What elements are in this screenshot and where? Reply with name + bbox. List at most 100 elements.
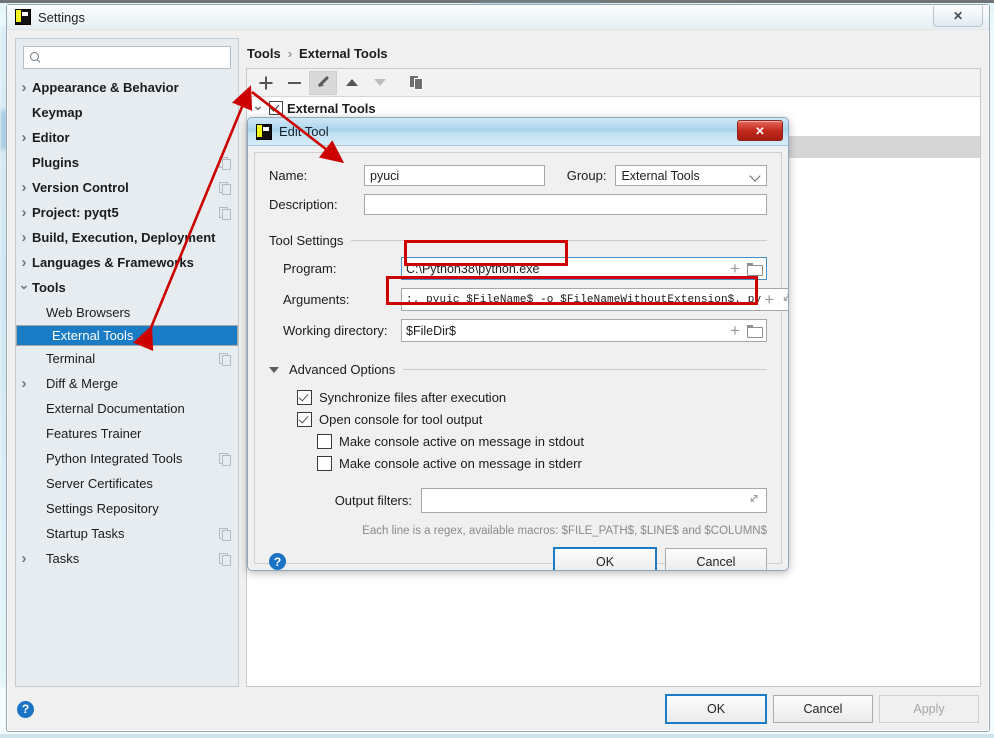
checkbox-unchecked-icon[interactable] bbox=[317, 434, 332, 449]
checkbox-checked-icon[interactable] bbox=[297, 412, 312, 427]
sidebar-item-label: External Tools bbox=[52, 328, 134, 343]
sidebar-item-keymap[interactable]: Keymap bbox=[16, 100, 238, 125]
search-input[interactable] bbox=[46, 49, 224, 66]
sidebar-item-languages-frameworks[interactable]: Languages & Frameworks bbox=[16, 250, 238, 275]
sidebar-item-external-documentation[interactable]: External Documentation bbox=[16, 396, 238, 421]
sidebar-item-tasks[interactable]: Tasks bbox=[16, 546, 238, 571]
dialog-close-button[interactable]: ✕ bbox=[737, 120, 783, 141]
advanced-options-section[interactable]: Advanced Options bbox=[269, 362, 767, 377]
cancel-button[interactable]: Cancel bbox=[773, 695, 873, 723]
chevron-right-icon[interactable] bbox=[16, 180, 32, 195]
dialog-cancel-button[interactable]: Cancel bbox=[665, 548, 767, 570]
sidebar-item-editor[interactable]: Editor bbox=[16, 125, 238, 150]
name-row: Name: Group: External Tools bbox=[269, 165, 767, 186]
help-button[interactable]: ? bbox=[17, 700, 34, 718]
arrow-down-icon bbox=[374, 79, 386, 86]
edit-tool-dialog: Edit Tool ✕ Name: Group: External Tools … bbox=[247, 117, 789, 571]
window-title: Settings bbox=[38, 9, 85, 25]
expand-editor-icon[interactable] bbox=[749, 491, 762, 507]
advanced-option-row[interactable]: Make console active on message in stdout bbox=[317, 434, 767, 449]
apply-button[interactable]: Apply bbox=[879, 695, 979, 723]
chevron-down-icon[interactable] bbox=[16, 281, 32, 295]
group-label: Group: bbox=[566, 168, 607, 183]
chevron-down-icon[interactable]: ⌄ bbox=[251, 98, 265, 114]
description-input[interactable] bbox=[364, 194, 767, 215]
sidebar-item-settings-repository[interactable]: Settings Repository bbox=[16, 496, 238, 521]
pencil-icon bbox=[316, 76, 330, 90]
chevron-right-icon[interactable] bbox=[16, 80, 32, 95]
sidebar-item-features-trainer[interactable]: Features Trainer bbox=[16, 421, 238, 446]
program-input[interactable]: C:\Python38\python.exe + bbox=[401, 257, 767, 280]
advanced-option-label: Make console active on message in stderr bbox=[339, 456, 582, 471]
sidebar-item-server-certificates[interactable]: Server Certificates bbox=[16, 471, 238, 496]
sidebar-item-version-control[interactable]: Version Control bbox=[16, 175, 238, 200]
working-directory-input[interactable]: $FileDir$ + bbox=[401, 319, 767, 342]
chevron-right-icon[interactable] bbox=[16, 376, 32, 391]
sidebar-item-label: External Documentation bbox=[46, 401, 185, 416]
copy-icon bbox=[219, 528, 231, 541]
group-select[interactable]: External Tools bbox=[615, 165, 767, 186]
sidebar-item-terminal[interactable]: Terminal bbox=[16, 346, 238, 371]
sidebar-item-label: Build, Execution, Deployment bbox=[32, 230, 216, 245]
remove-button[interactable] bbox=[281, 72, 307, 94]
advanced-option-row[interactable]: Make console active on message in stderr bbox=[317, 456, 767, 471]
tool-settings-section: Tool Settings bbox=[269, 233, 767, 248]
close-button[interactable]: ✕ bbox=[933, 6, 983, 27]
tool-settings-label: Tool Settings bbox=[269, 233, 344, 248]
tools-tree-root[interactable]: ⌄ External Tools bbox=[247, 97, 980, 119]
chevron-right-icon[interactable] bbox=[16, 255, 32, 270]
sidebar-item-external-tools[interactable]: External Tools bbox=[16, 325, 238, 346]
sidebar-item-build-execution-deployment[interactable]: Build, Execution, Deployment bbox=[16, 225, 238, 250]
copy-icon bbox=[219, 453, 231, 466]
add-button[interactable] bbox=[253, 72, 279, 94]
sidebar-item-project-pyqt5[interactable]: Project: pyqt5 bbox=[16, 200, 238, 225]
edit-button[interactable] bbox=[309, 70, 337, 95]
sidebar-item-label: Features Trainer bbox=[46, 426, 142, 441]
ok-button[interactable]: OK bbox=[665, 694, 767, 724]
sidebar-item-diff-merge[interactable]: Diff & Merge bbox=[16, 371, 238, 396]
chevron-right-icon[interactable] bbox=[16, 551, 32, 566]
browse-folder-icon[interactable] bbox=[747, 262, 763, 276]
sidebar-item-label: Tools bbox=[32, 280, 66, 295]
arguments-input[interactable]: :. pyuic $FileName$ -o $FileNameWithoutE… bbox=[401, 288, 788, 311]
checkbox-checked-icon[interactable] bbox=[297, 390, 312, 405]
duplicate-button[interactable] bbox=[403, 72, 429, 94]
sidebar-item-tools[interactable]: Tools bbox=[16, 275, 238, 300]
move-up-button[interactable] bbox=[339, 72, 365, 94]
settings-footer: ? OK Cancel Apply bbox=[7, 687, 989, 731]
sidebar-item-label: Project: pyqt5 bbox=[32, 205, 119, 220]
group-checkbox[interactable] bbox=[269, 101, 283, 115]
arguments-label: Arguments: bbox=[283, 292, 350, 307]
sidebar-item-web-browsers[interactable]: Web Browsers bbox=[16, 300, 238, 325]
insert-macro-icon[interactable]: + bbox=[761, 291, 777, 308]
program-label: Program: bbox=[283, 261, 337, 276]
checkbox-unchecked-icon[interactable] bbox=[317, 456, 332, 471]
output-filters-input[interactable] bbox=[421, 488, 767, 513]
dialog-title: Edit Tool bbox=[279, 124, 329, 139]
search-box[interactable] bbox=[23, 46, 231, 69]
sidebar-item-plugins[interactable]: Plugins bbox=[16, 150, 238, 175]
move-down-button[interactable] bbox=[367, 72, 393, 94]
sidebar-item-startup-tasks[interactable]: Startup Tasks bbox=[16, 521, 238, 546]
expand-editor-icon[interactable] bbox=[782, 290, 788, 306]
insert-macro-icon[interactable]: + bbox=[727, 322, 743, 339]
tools-tree-root-label: External Tools bbox=[287, 100, 376, 116]
insert-macro-icon[interactable]: + bbox=[727, 260, 743, 277]
section-divider bbox=[351, 240, 767, 241]
working-directory-label: Working directory: bbox=[283, 323, 388, 338]
chevron-right-icon[interactable] bbox=[16, 130, 32, 145]
sidebar-item-appearance-behavior[interactable]: Appearance & Behavior bbox=[16, 75, 238, 100]
advanced-option-row[interactable]: Synchronize files after execution bbox=[297, 390, 767, 405]
chevron-right-icon[interactable] bbox=[16, 205, 32, 220]
working-directory-value: $FileDir$ bbox=[406, 323, 457, 338]
browse-folder-icon[interactable] bbox=[747, 324, 763, 338]
breadcrumb-parent[interactable]: Tools bbox=[247, 46, 281, 61]
search-wrap bbox=[16, 39, 238, 74]
settings-sidebar: Appearance & Behavior Keymap Editor Plugins… bbox=[15, 38, 239, 687]
dialog-help-button[interactable]: ? bbox=[269, 553, 286, 570]
chevron-right-icon[interactable] bbox=[16, 230, 32, 245]
advanced-option-row[interactable]: Open console for tool output bbox=[297, 412, 767, 427]
dialog-ok-button[interactable]: OK bbox=[553, 547, 657, 570]
name-input[interactable] bbox=[364, 165, 545, 186]
sidebar-item-python-integrated-tools[interactable]: Python Integrated Tools bbox=[16, 446, 238, 471]
